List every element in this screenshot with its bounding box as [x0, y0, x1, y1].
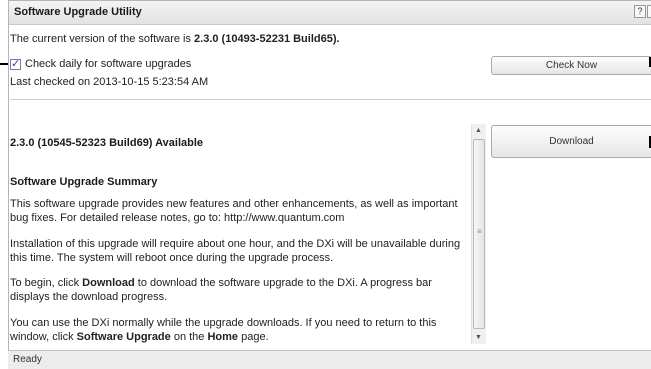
- daily-check-checkbox[interactable]: ✓: [10, 57, 21, 70]
- grip-icon: ≡: [477, 227, 482, 236]
- help-button[interactable]: ?: [634, 5, 646, 18]
- summary-heading: Software Upgrade Summary: [10, 176, 158, 188]
- status-text: Ready: [13, 354, 42, 365]
- current-version-value: 2.3.0 (10493-52231 Build65).: [194, 33, 340, 45]
- current-version-prefix: The current version of the software is: [10, 33, 195, 45]
- summary-paragraph-3: To begin, click Download to download the…: [10, 276, 465, 304]
- status-bar: Ready: [8, 350, 651, 369]
- summary-paragraph-2: Installation of this upgrade will requir…: [10, 238, 461, 264]
- p4-bold-software-upgrade: Software Upgrade: [76, 331, 171, 343]
- scroll-down-arrow-icon[interactable]: ▼: [475, 334, 482, 341]
- close-button[interactable]: x: [647, 5, 651, 18]
- last-checked-text: Last checked on 2013-10-15 5:23:54 AM: [10, 76, 209, 88]
- upgrade-details-panel: 2.3.0 (10545-52323 Build69) Available So…: [10, 124, 480, 344]
- p4-bold-home: Home: [207, 331, 239, 343]
- scroll-thumb[interactable]: ≡: [473, 139, 485, 329]
- section-divider: [10, 99, 651, 100]
- details-scrollbar[interactable]: ▲ ≡ ▼: [471, 124, 486, 344]
- current-version-text: The current version of the software is 2…: [10, 33, 340, 45]
- daily-check-label: Check daily for software upgrades: [25, 58, 192, 70]
- p3-text-a: To begin, click: [10, 277, 83, 289]
- scroll-up-arrow-icon[interactable]: ▲: [475, 127, 482, 134]
- summary-paragraph-4: You can use the DXi normally while the u…: [10, 316, 465, 344]
- daily-check-row[interactable]: ✓ Check daily for software upgrades: [10, 58, 191, 70]
- checkmark-icon: ✓: [11, 57, 21, 70]
- available-version-title: 2.3.0 (10545-52323 Build69) Available: [10, 137, 204, 149]
- window-title: Software Upgrade Utility: [14, 6, 142, 18]
- p4-text-e: page.: [238, 331, 269, 343]
- check-now-button[interactable]: Check Now: [491, 56, 651, 75]
- p4-text-c: on the: [170, 331, 208, 343]
- help-icon: ?: [637, 6, 643, 16]
- download-button[interactable]: Download: [491, 125, 651, 158]
- summary-paragraph-1: This software upgrade provides new featu…: [10, 198, 458, 224]
- title-bar: Software Upgrade Utility ? x: [9, 1, 651, 25]
- p3-bold-download: Download: [82, 277, 135, 289]
